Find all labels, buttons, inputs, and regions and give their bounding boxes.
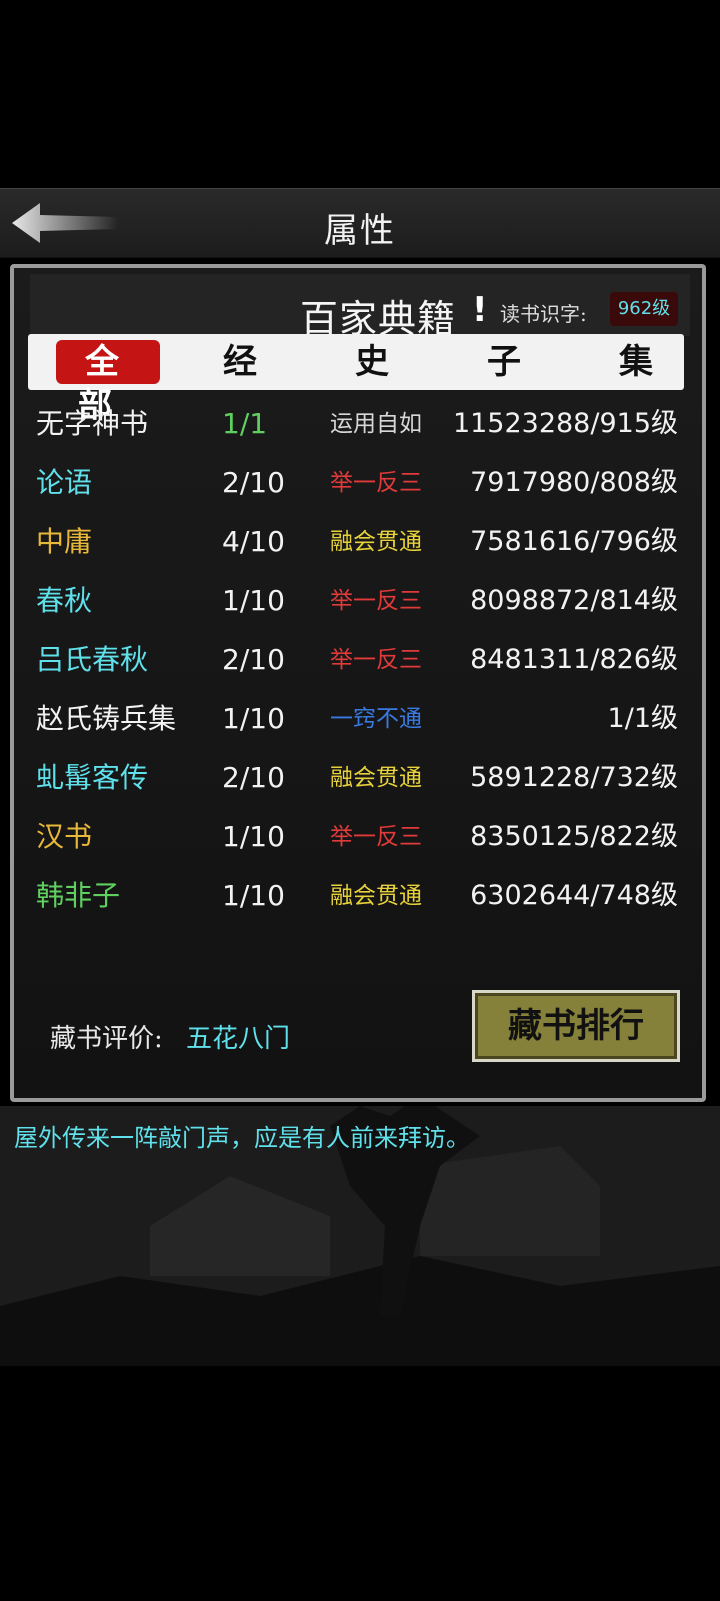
book-count: 4/10: [222, 525, 285, 558]
book-name: 中庸: [36, 525, 93, 558]
book-name: 论语: [36, 466, 93, 499]
book-row[interactable]: 虬髯客传 2/10 融会贯通 5891228/732级: [14, 750, 702, 806]
reading-level-badge: 962级: [610, 292, 678, 326]
book-name: 吕氏春秋: [36, 643, 149, 676]
book-progress: 5891228/732级: [470, 762, 678, 793]
book-count: 1/10: [222, 702, 285, 735]
book-count: 1/1: [222, 407, 268, 440]
book-mastery: 举一反三: [330, 824, 422, 850]
book-count: 2/10: [222, 761, 285, 794]
book-progress: 7917980/808级: [470, 467, 678, 498]
book-progress: 7581616/796级: [470, 526, 678, 557]
collection-rating-label: 藏书评价:: [50, 1024, 163, 1054]
book-row[interactable]: 韩非子 1/10 融会贯通 6302644/748级: [14, 868, 702, 924]
book-row[interactable]: 吕氏春秋 2/10 举一反三 8481311/826级: [14, 632, 702, 688]
book-row[interactable]: 汉书 1/10 举一反三 8350125/822级: [14, 809, 702, 865]
books-panel: 百家典籍 ! 读书识字: 962级 全部 经 史 子 集 无字神书 1/1 运用自如…: [10, 264, 706, 1102]
book-progress: 8098872/814级: [470, 585, 678, 616]
book-mastery: 融会贯通: [330, 883, 422, 909]
book-progress: 11523288/915级: [452, 408, 678, 439]
book-name: 春秋: [36, 584, 93, 617]
book-mastery: 举一反三: [330, 647, 422, 673]
collection-rating-value: 五花八门: [186, 1024, 291, 1054]
book-mastery: 一窍不通: [330, 706, 422, 732]
tab-shi[interactable]: 史: [346, 340, 398, 384]
book-count: 2/10: [222, 466, 285, 499]
book-count: 1/10: [222, 820, 285, 853]
event-message: 屋外传来一阵敲门声，应是有人前来拜访。: [14, 1124, 470, 1152]
book-name: 汉书: [36, 820, 93, 853]
book-count: 1/10: [222, 879, 285, 912]
book-row[interactable]: 中庸 4/10 融会贯通 7581616/796级: [14, 514, 702, 570]
panel-header: 百家典籍 ! 读书识字: 962级: [30, 274, 690, 341]
book-row[interactable]: 无字神书 1/1 运用自如 11523288/915级: [14, 396, 702, 452]
book-mastery: 运用自如: [330, 411, 422, 437]
book-name: 赵氏铸兵集: [36, 702, 177, 735]
tab-zi[interactable]: 子: [478, 340, 530, 384]
reading-level-label: 读书识字:: [500, 302, 587, 326]
book-row[interactable]: 赵氏铸兵集 1/10 一窍不通 1/1级: [14, 691, 702, 747]
book-row[interactable]: 论语 2/10 举一反三 7917980/808级: [14, 455, 702, 511]
book-mastery: 融会贯通: [330, 529, 422, 555]
book-name: 无字神书: [36, 407, 149, 440]
book-count: 1/10: [222, 584, 285, 617]
book-progress: 8350125/822级: [470, 821, 678, 852]
info-exclamation-icon[interactable]: !: [472, 290, 488, 330]
book-mastery: 融会贯通: [330, 765, 422, 791]
book-progress: 1/1级: [607, 703, 678, 734]
book-mastery: 举一反三: [330, 588, 422, 614]
tab-ji[interactable]: 集: [610, 340, 662, 384]
book-progress: 8481311/826级: [470, 644, 678, 675]
tab-jing[interactable]: 经: [214, 340, 266, 384]
category-tabs: 全部 经 史 子 集: [28, 334, 684, 426]
book-count: 2/10: [222, 643, 285, 676]
book-row[interactable]: 春秋 1/10 举一反三 8098872/814级: [14, 573, 702, 629]
book-mastery: 举一反三: [330, 470, 422, 496]
book-progress: 6302644/748级: [470, 880, 678, 911]
tab-all[interactable]: 全部: [56, 340, 160, 426]
book-name: 虬髯客传: [36, 761, 149, 794]
title-bar: 属性: [0, 188, 720, 258]
message-area: 屋外传来一阵敲门声，应是有人前来拜访。: [0, 1106, 720, 1366]
page-title: 属性: [324, 211, 396, 251]
book-name: 韩非子: [36, 879, 121, 912]
collection-ranking-button[interactable]: 藏书排行: [472, 990, 680, 1062]
